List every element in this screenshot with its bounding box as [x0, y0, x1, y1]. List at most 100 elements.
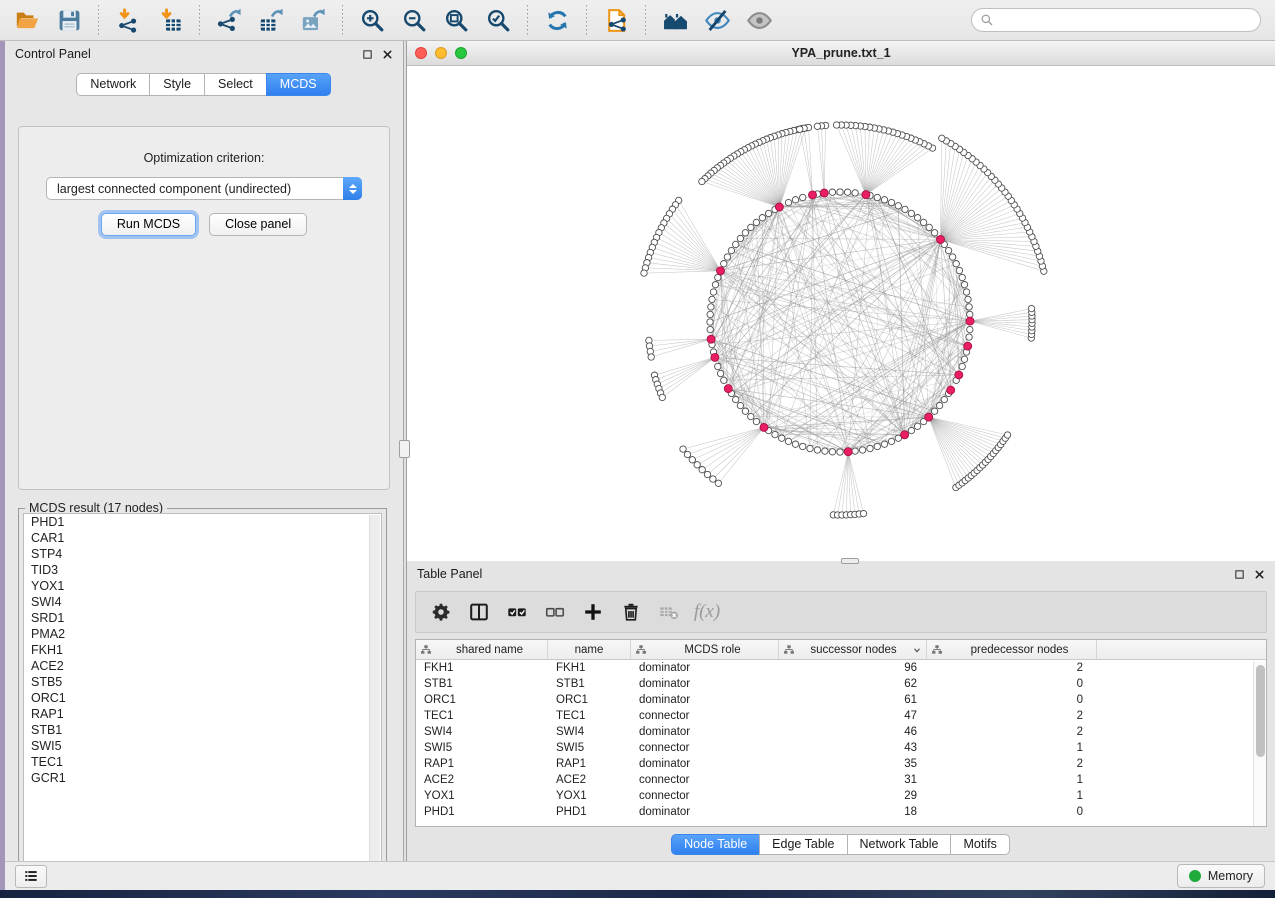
- toolbar-separator: [199, 5, 200, 35]
- panel-divider-handle[interactable]: [399, 440, 410, 458]
- cell-name: TEC1: [548, 710, 631, 722]
- tab-edge-table[interactable]: Edge Table: [759, 834, 847, 855]
- cell-successor-nodes: 35: [779, 758, 927, 770]
- cell-predecessor-nodes: 0: [927, 678, 1097, 690]
- mcds-result-item[interactable]: TEC1: [24, 754, 381, 770]
- task-history-button[interactable]: [15, 865, 47, 888]
- network-window-titlebar: YPA_prune.txt_1: [407, 41, 1275, 66]
- mcds-result-item[interactable]: YOX1: [24, 578, 381, 594]
- tab-style[interactable]: Style: [149, 73, 205, 96]
- memory-button[interactable]: Memory: [1177, 864, 1265, 888]
- mcds-result-item[interactable]: PMA2: [24, 626, 381, 642]
- network-canvas[interactable]: [407, 66, 1273, 560]
- import-network-icon[interactable]: [107, 3, 149, 37]
- clone-network-icon[interactable]: [595, 3, 637, 37]
- mcds-result-item[interactable]: STP4: [24, 546, 381, 562]
- close-panel-icon[interactable]: [382, 49, 393, 60]
- refresh-network-icon[interactable]: [536, 3, 578, 37]
- zoom-in-icon[interactable]: [351, 3, 393, 37]
- table-row[interactable]: RAP1RAP1dominator352: [416, 756, 1266, 772]
- table-row[interactable]: PHD1PHD1dominator180: [416, 804, 1266, 820]
- zoom-selected-icon[interactable]: [477, 3, 519, 37]
- table-row[interactable]: FKH1FKH1dominator962: [416, 660, 1266, 676]
- tab-node-table[interactable]: Node Table: [671, 834, 760, 855]
- optimization-criterion-select[interactable]: largest connected component (undirected): [46, 177, 362, 200]
- mcds-result-item[interactable]: TID3: [24, 562, 381, 578]
- delete-row-icon[interactable]: [614, 596, 648, 628]
- table-row[interactable]: ORC1ORC1dominator610: [416, 692, 1266, 708]
- mcds-result-item[interactable]: SWI4: [24, 594, 381, 610]
- close-panel-icon[interactable]: [1254, 569, 1265, 580]
- toolbar-separator: [342, 5, 343, 35]
- tab-network[interactable]: Network: [76, 73, 150, 96]
- export-table-icon[interactable]: [250, 3, 292, 37]
- cell-predecessor-nodes: 2: [927, 758, 1097, 770]
- mcds-result-item[interactable]: PHD1: [24, 514, 381, 530]
- mcds-result-item[interactable]: STB1: [24, 722, 381, 738]
- save-session-icon[interactable]: [48, 3, 90, 37]
- column-header-name[interactable]: name: [548, 640, 631, 659]
- float-panel-icon[interactable]: [362, 49, 373, 60]
- column-header-successor-nodes[interactable]: successor nodes: [779, 640, 927, 659]
- search-box[interactable]: [971, 8, 1261, 32]
- deselect-all-icon[interactable]: [538, 596, 572, 628]
- zoom-fit-icon[interactable]: [435, 3, 477, 37]
- tab-network-table[interactable]: Network Table: [847, 834, 952, 855]
- cell-shared-name: STB1: [416, 678, 548, 690]
- column-header-MCDS-role[interactable]: MCDS role: [631, 640, 779, 659]
- cell-name: STB1: [548, 678, 631, 690]
- show-graphics-disabled-icon: [738, 3, 780, 37]
- close-panel-button[interactable]: Close panel: [209, 213, 307, 236]
- table-row[interactable]: ACE2ACE2connector311: [416, 772, 1266, 788]
- mcds-result-item[interactable]: ORC1: [24, 690, 381, 706]
- search-input[interactable]: [999, 13, 1252, 27]
- add-row-icon[interactable]: [576, 596, 610, 628]
- mcds-result-item[interactable]: SRD1: [24, 610, 381, 626]
- cell-successor-nodes: 43: [779, 742, 927, 754]
- toolbar-icon-groups: [6, 3, 780, 37]
- table-row[interactable]: TEC1TEC1connector472: [416, 708, 1266, 724]
- toolbar-separator: [527, 5, 528, 35]
- select-all-icon[interactable]: [500, 596, 534, 628]
- import-table-icon[interactable]: [149, 3, 191, 37]
- column-header-shared-name[interactable]: shared name: [416, 640, 548, 659]
- table-scrollbar-thumb[interactable]: [1256, 665, 1265, 757]
- tab-mcds[interactable]: MCDS: [266, 73, 331, 96]
- table-panel-title: Table Panel: [417, 567, 482, 581]
- open-session-icon[interactable]: [6, 3, 48, 37]
- toolbar-separator: [586, 5, 587, 35]
- table-row[interactable]: SWI5SWI5connector431: [416, 740, 1266, 756]
- table-scrollbar[interactable]: [1253, 661, 1266, 826]
- table-panel: Table Panel f(x) shared namenameMCDS rol…: [407, 561, 1275, 861]
- cell-MCDS-role: dominator: [631, 806, 779, 818]
- mcds-list-scrollbar[interactable]: [369, 515, 380, 872]
- mcds-result-item[interactable]: CAR1: [24, 530, 381, 546]
- run-mcds-button[interactable]: Run MCDS: [101, 213, 196, 236]
- export-image-icon[interactable]: [292, 3, 334, 37]
- table-row[interactable]: YOX1YOX1connector291: [416, 788, 1266, 804]
- mcds-result-item[interactable]: SWI5: [24, 738, 381, 754]
- cell-MCDS-role: dominator: [631, 726, 779, 738]
- cell-MCDS-role: dominator: [631, 678, 779, 690]
- tab-select[interactable]: Select: [204, 73, 267, 96]
- zoom-out-icon[interactable]: [393, 3, 435, 37]
- table-row[interactable]: SWI4SWI4dominator462: [416, 724, 1266, 740]
- mcds-result-list[interactable]: PHD1CAR1STP4TID3YOX1SWI4SRD1PMA2FKH1ACE2…: [23, 513, 382, 874]
- mcds-result-item[interactable]: ACE2: [24, 658, 381, 674]
- export-network-icon[interactable]: [208, 3, 250, 37]
- cell-shared-name: SWI5: [416, 742, 548, 754]
- mcds-result-item[interactable]: STB5: [24, 674, 381, 690]
- home-networks-icon[interactable]: [654, 3, 696, 37]
- mcds-result-item[interactable]: GCR1: [24, 770, 381, 786]
- table-panel-divider-handle[interactable]: [841, 558, 859, 564]
- hide-graphics-icon[interactable]: [696, 3, 738, 37]
- cell-MCDS-role: connector: [631, 710, 779, 722]
- mcds-result-item[interactable]: RAP1: [24, 706, 381, 722]
- columns-icon[interactable]: [462, 596, 496, 628]
- tab-motifs[interactable]: Motifs: [950, 834, 1009, 855]
- column-header-predecessor-nodes[interactable]: predecessor nodes: [927, 640, 1097, 659]
- table-row[interactable]: STB1STB1dominator620: [416, 676, 1266, 692]
- gear-icon[interactable]: [424, 596, 458, 628]
- float-panel-icon[interactable]: [1234, 569, 1245, 580]
- mcds-result-item[interactable]: FKH1: [24, 642, 381, 658]
